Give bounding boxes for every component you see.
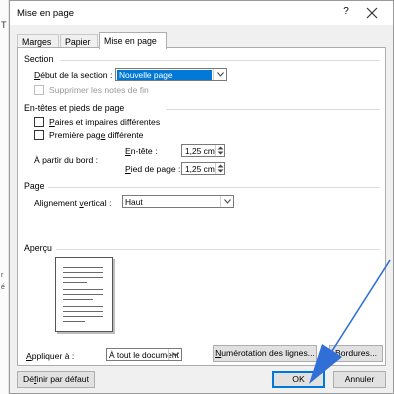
doc-fragment: r — [1, 272, 4, 279]
label-text: aires et impaires différentes — [54, 117, 161, 127]
section-start-value: Nouvelle page — [117, 70, 212, 80]
button-label: Dé — [23, 374, 35, 384]
label-text: ébut de la section : — [40, 70, 113, 80]
button-label: ordures... — [340, 348, 378, 358]
odd-even-checkbox[interactable] — [34, 117, 44, 127]
line-numbers-button[interactable]: Numérotation des lignes... — [213, 345, 317, 362]
vertical-alignment-value: Haut — [125, 197, 143, 207]
section-heading: Section — [24, 54, 54, 64]
chevron-down-icon[interactable] — [217, 169, 224, 173]
close-icon — [366, 7, 378, 19]
first-page-checkbox[interactable] — [34, 130, 44, 140]
section-start-select[interactable]: Nouvelle page — [115, 68, 227, 81]
section-start-label: Début de la section : — [34, 70, 112, 80]
preview-text-line — [63, 306, 103, 307]
close-button[interactable] — [363, 4, 381, 22]
borders-button[interactable]: Bordures... — [329, 345, 383, 362]
tab-layout[interactable]: Mise en page — [99, 32, 167, 49]
from-edge-label: À partir du bord : — [34, 155, 99, 165]
footer-distance-label: Pied de page : — [125, 164, 180, 174]
help-button[interactable]: ? — [339, 6, 353, 20]
vertical-alignment-select[interactable]: Haut — [122, 195, 234, 208]
group-divider — [48, 187, 380, 188]
chevron-up-icon[interactable] — [217, 146, 224, 150]
preview-heading: Aperçu — [24, 243, 52, 253]
dialog-title: Mise en page — [17, 8, 75, 19]
page-preview-thumbnail — [55, 257, 113, 332]
chevron-down-icon[interactable] — [213, 69, 226, 80]
suppress-endnotes-checkbox[interactable] — [34, 85, 44, 95]
label-text: ied de page : — [130, 164, 181, 174]
group-divider — [166, 109, 380, 110]
preview-text-line — [63, 289, 103, 290]
label-text: n-tête : — [130, 146, 158, 156]
apply-to-label: Appliquer à : — [26, 351, 74, 361]
header-distance-value: 1,25 cm — [185, 146, 215, 156]
odd-even-label: Paires et impaires différentes — [49, 117, 160, 127]
header-distance-label: En-tête : — [125, 146, 158, 156]
doc-fragment: é — [1, 284, 5, 291]
preview-text-line — [63, 294, 103, 295]
chevron-down-icon[interactable] — [168, 349, 181, 360]
page-heading: Page — [24, 181, 45, 191]
spinner-buttons[interactable] — [215, 163, 224, 174]
group-divider — [60, 60, 380, 61]
label-text: Alignement — [34, 198, 80, 208]
header-distance-spinner[interactable]: 1,25 cm — [181, 144, 225, 157]
cancel-button[interactable]: Annuler — [333, 371, 386, 388]
headers-footers-heading: En-têtes et pieds de page — [24, 103, 125, 113]
button-label: umérotation des lignes... — [221, 348, 315, 358]
preview-text-line — [63, 321, 85, 322]
chevron-up-icon[interactable] — [217, 164, 224, 168]
preview-text-line — [63, 267, 103, 268]
label-text: ppliquer à : — [31, 351, 75, 361]
set-default-button[interactable]: Définir par défaut — [17, 371, 95, 388]
label-text: différente — [105, 130, 144, 140]
apply-to-select[interactable]: À tout le document — [106, 348, 182, 361]
button-label: inir par défaut — [36, 374, 89, 384]
tab-paper[interactable]: Papier — [60, 34, 98, 48]
label-text: ertical : — [83, 198, 112, 208]
preview-text-line — [63, 311, 103, 312]
label-text: Première pag — [49, 130, 101, 140]
footer-distance-value: 1,25 cm — [185, 164, 215, 174]
title-bar: Mise en page ? — [10, 1, 393, 25]
footer-distance-spinner[interactable]: 1,25 cm — [181, 162, 225, 175]
background-document: T r é — [0, 0, 9, 394]
preview-text-line — [63, 277, 103, 278]
first-page-label: Première page différente — [49, 130, 143, 140]
doc-fragment: T — [1, 20, 7, 30]
group-divider — [56, 249, 380, 250]
spinner-buttons[interactable] — [215, 145, 224, 156]
chevron-down-icon[interactable] — [220, 196, 233, 207]
tab-margins[interactable]: Marges — [17, 34, 59, 48]
vertical-alignment-label: Alignement vertical : — [34, 198, 111, 208]
page-setup-dialog: Mise en page ? Marges Papier Mise en pag… — [9, 0, 394, 394]
preview-text-line — [63, 272, 103, 273]
preview-text-line — [63, 299, 93, 300]
chevron-down-icon[interactable] — [217, 151, 224, 155]
preview-text-line — [63, 282, 87, 283]
preview-text-line — [63, 316, 103, 317]
suppress-endnotes-label: Supprimer les notes de fin — [49, 85, 149, 95]
ok-button[interactable]: OK — [272, 371, 325, 388]
